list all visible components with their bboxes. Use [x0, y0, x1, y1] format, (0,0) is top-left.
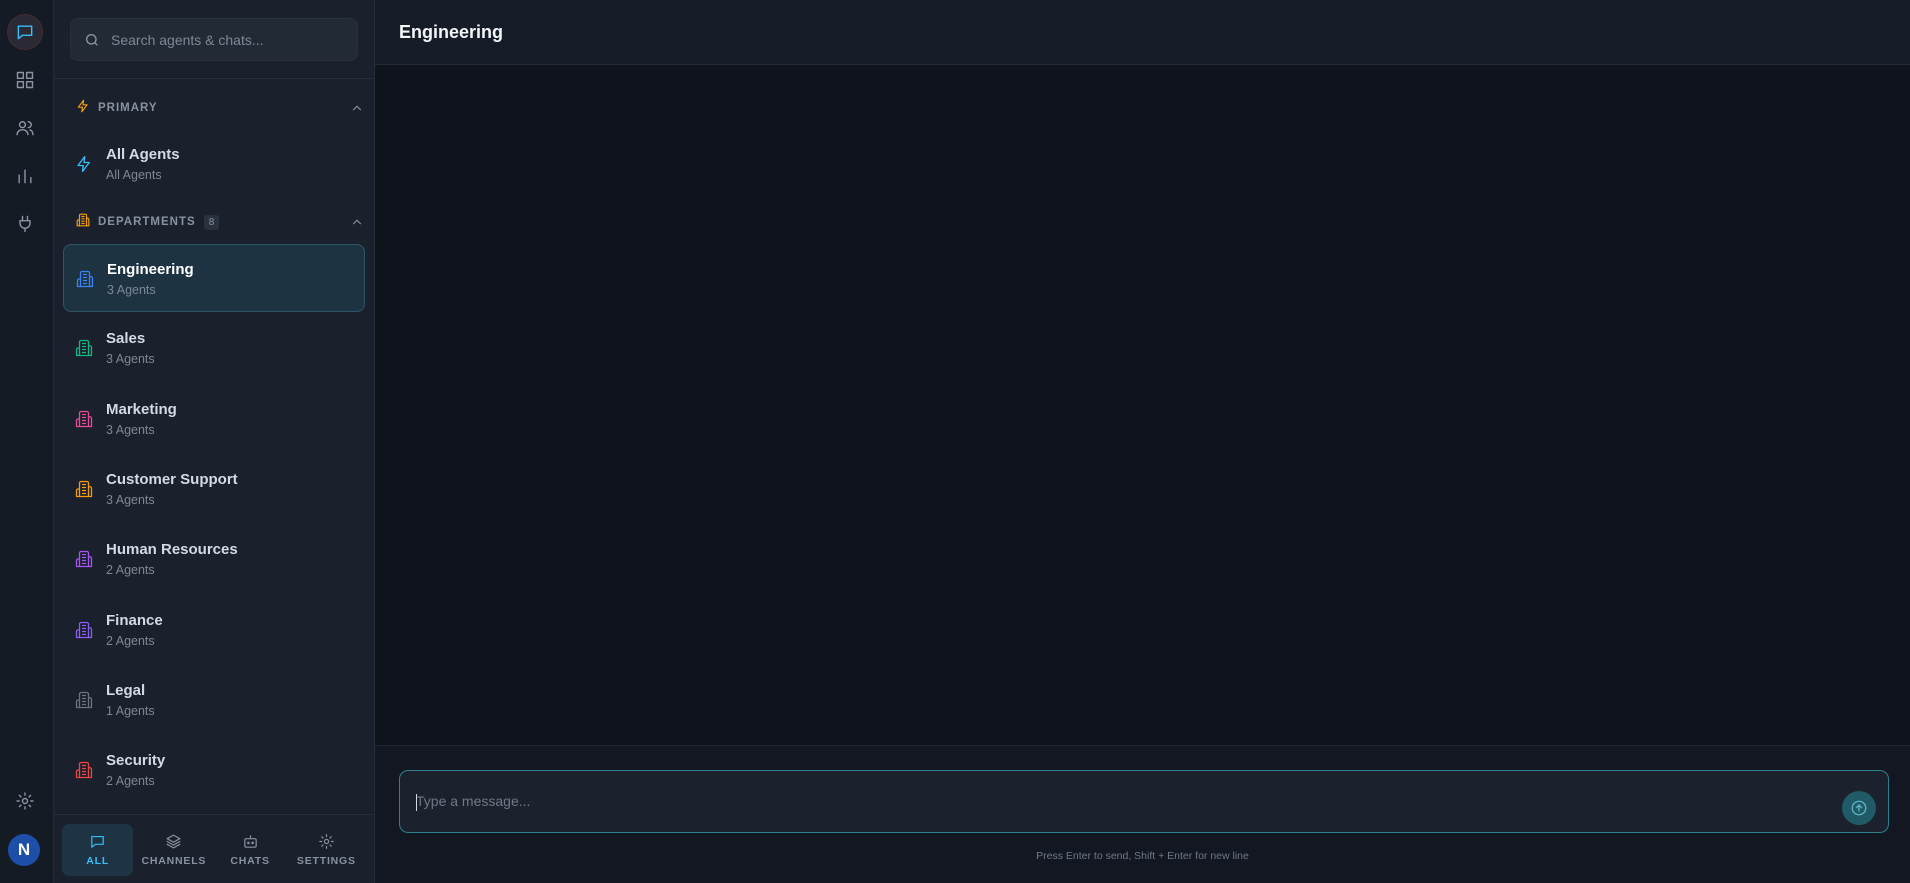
app: N PRIMARY All Agents All Agents: [0, 0, 1910, 883]
gear-icon: [16, 792, 34, 810]
item-subtitle: 3 Agents: [107, 283, 156, 297]
gear-icon: [319, 834, 334, 849]
item-title: Engineering: [107, 261, 194, 278]
bot-icon: [243, 835, 257, 848]
lightning-icon: [76, 99, 90, 118]
sidebar-item-marketing[interactable]: Marketing 3 Agents: [63, 385, 365, 453]
rail-integrations-button[interactable]: [8, 207, 42, 241]
composer-area: Press Enter to send, Shift + Enter for n…: [375, 745, 1910, 883]
send-button[interactable]: [1842, 791, 1876, 825]
item-subtitle: All Agents: [106, 168, 162, 182]
departments-count-badge: 8: [203, 214, 220, 230]
section-departments-header[interactable]: DEPARTMENTS 8: [76, 212, 364, 232]
item-title: Legal: [106, 682, 146, 699]
building-icon: [75, 480, 93, 498]
tab-settings[interactable]: SETTINGS: [291, 824, 362, 876]
user-avatar[interactable]: N: [8, 834, 40, 866]
item-title: Security: [106, 752, 166, 769]
item-title: Customer Support: [106, 471, 238, 488]
building-icon: [75, 621, 93, 639]
sidebar-item-engineering[interactable]: Engineering 3 Agents: [63, 244, 365, 312]
agents-sidebar: PRIMARY All Agents All Agents DEPARTMENT…: [54, 0, 375, 883]
sidebar-item-finance[interactable]: Finance 2 Agents: [63, 596, 365, 664]
bottom-tab-bar: ALL CHANNELS CHATS SETTINGS: [62, 824, 367, 876]
sidebar-item-human-resources[interactable]: Human Resources 2 Agents: [63, 525, 365, 593]
bar-chart-icon: [18, 169, 32, 184]
divider: [54, 814, 375, 815]
tab-channels[interactable]: CHANNELS: [138, 824, 209, 876]
item-subtitle: 3 Agents: [106, 352, 155, 366]
item-title: Marketing: [106, 401, 177, 418]
page-title: Engineering: [399, 22, 504, 42]
section-primary-title: PRIMARY: [98, 102, 158, 114]
text-caret: [416, 794, 417, 811]
section-departments-title: DEPARTMENTS: [98, 216, 196, 228]
plug-icon: [19, 215, 31, 233]
send-arrow-icon: [1851, 800, 1867, 816]
building-icon: [76, 213, 90, 232]
layers-icon: [166, 834, 181, 849]
tab-label: CHANNELS: [141, 855, 207, 867]
building-icon: [75, 410, 93, 428]
building-icon: [75, 550, 93, 568]
chat-header: Engineering: [375, 0, 1910, 65]
tab-label: SETTINGS: [296, 855, 356, 867]
sidebar-item-legal[interactable]: Legal 1 Agents: [63, 666, 365, 734]
divider: [54, 78, 375, 79]
icon-rail: N: [0, 0, 54, 883]
building-icon: [75, 761, 93, 779]
message-input[interactable]: [416, 771, 1816, 831]
rail-analytics-button[interactable]: [8, 159, 42, 193]
item-title: All Agents: [106, 146, 180, 163]
sidebar-item-all-agents[interactable]: All Agents All Agents: [63, 130, 365, 198]
composer-hint: Press Enter to send, Shift + Enter for n…: [1036, 850, 1249, 862]
tab-all[interactable]: ALL: [62, 824, 134, 876]
chevron-up-icon[interactable]: [350, 101, 364, 120]
item-title: Sales: [106, 330, 146, 347]
item-subtitle: 1 Agents: [106, 704, 155, 718]
item-subtitle: 3 Agents: [106, 423, 155, 437]
chat-main-panel: Engineering Press Enter to send, Shift +…: [375, 0, 1910, 883]
item-subtitle: 2 Agents: [106, 774, 155, 788]
building-icon: [76, 270, 94, 288]
chevron-up-icon[interactable]: [350, 215, 364, 234]
sidebar-item-sales[interactable]: Sales 3 Agents: [63, 314, 365, 382]
search-box: [70, 18, 358, 61]
rail-dashboard-button[interactable]: [8, 63, 42, 97]
dashboard-grid-icon: [16, 71, 34, 89]
search-input[interactable]: [111, 19, 351, 60]
message-composer: [399, 770, 1889, 833]
item-title: Human Resources: [106, 541, 238, 558]
tab-label: ALL: [86, 855, 110, 867]
sidebar-item-customer-support[interactable]: Customer Support 3 Agents: [63, 455, 365, 523]
building-icon: [75, 691, 93, 709]
chat-icon: [17, 25, 33, 40]
section-primary-header[interactable]: PRIMARY: [76, 98, 364, 118]
building-icon: [75, 339, 93, 357]
rail-chat-button[interactable]: [8, 15, 42, 49]
chat-icon: [91, 835, 104, 848]
rail-settings-button[interactable]: [8, 784, 42, 818]
sidebar-item-security[interactable]: Security 2 Agents: [63, 736, 365, 804]
item-title: Finance: [106, 612, 163, 629]
tab-label: CHATS: [230, 855, 270, 867]
item-subtitle: 2 Agents: [106, 634, 155, 648]
search-icon: [86, 34, 98, 46]
tab-chats[interactable]: CHATS: [215, 824, 286, 876]
item-subtitle: 3 Agents: [106, 493, 155, 507]
lightning-icon: [75, 155, 93, 173]
rail-users-button[interactable]: [8, 111, 42, 145]
item-subtitle: 2 Agents: [106, 563, 155, 577]
users-icon: [16, 121, 34, 136]
